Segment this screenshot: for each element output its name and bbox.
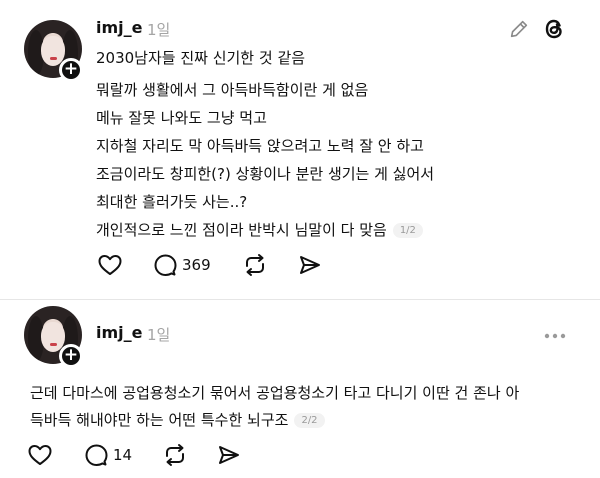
post-time: 1일 <box>147 326 171 344</box>
post-text-line: 최대한 흘러가듯 사는..? <box>96 193 248 211</box>
reply-button[interactable]: 369 <box>153 253 211 277</box>
post-text: 개인적으로 느낀 점이라 반박시 님말이 다 맞음 <box>96 221 387 239</box>
page-indicator: 1/2 <box>392 223 423 238</box>
reply-count: 14 <box>113 446 133 464</box>
repost-icon <box>246 254 264 276</box>
threads-logo-icon[interactable] <box>542 17 566 45</box>
repost-button[interactable] <box>242 253 268 277</box>
more-icon[interactable] <box>543 326 567 345</box>
post-text-line: 지하철 자리도 막 아득바득 앉으려고 노력 잘 안 하고 <box>96 137 424 155</box>
reply-count: 369 <box>182 256 211 274</box>
heart-icon <box>98 255 122 275</box>
heart-icon <box>28 445 52 465</box>
comment-icon <box>85 444 108 466</box>
post-text-line-last: 득바득 해내야만 하는 어떤 특수한 뇌구조 2/2 <box>30 409 325 430</box>
like-button[interactable] <box>27 443 53 467</box>
repost-icon <box>166 444 184 466</box>
post-time: 1일 <box>147 21 171 39</box>
username[interactable]: imj_e <box>96 18 143 37</box>
send-icon <box>300 256 320 274</box>
username[interactable]: imj_e <box>96 323 143 342</box>
follow-plus-icon[interactable]: + <box>59 344 83 368</box>
repost-button[interactable] <box>162 443 188 467</box>
post-text-line: 메뉴 잘못 나와도 그냥 먹고 <box>96 109 267 127</box>
post-text-line: 근데 다마스에 공업용청소기 묶어서 공업용청소기 타고 다니기 이딴 건 존나… <box>30 384 520 402</box>
share-button[interactable] <box>298 253 322 277</box>
page-indicator: 2/2 <box>294 413 325 428</box>
divider <box>0 299 600 300</box>
post-text-line: 2030남자들 진짜 신기한 것 같음 <box>96 49 306 67</box>
post-text-line: 조금이라도 창피한(?) 상황이나 분란 생기는 게 싫어서 <box>96 165 435 183</box>
share-button[interactable] <box>217 443 241 467</box>
reply-button[interactable]: 14 <box>84 443 132 467</box>
like-button[interactable] <box>97 253 123 277</box>
post-text: 득바득 해내야만 하는 어떤 특수한 뇌구조 <box>30 411 289 429</box>
follow-plus-icon[interactable]: + <box>59 58 83 82</box>
post-text-line-last: 개인적으로 느낀 점이라 반박시 님말이 다 맞음 1/2 <box>96 219 423 240</box>
send-icon <box>219 446 239 464</box>
comment-icon <box>154 254 177 276</box>
pencil-icon[interactable] <box>508 18 530 44</box>
post-text-line: 뭐랄까 생활에서 그 아득바득함이란 게 없음 <box>96 81 369 99</box>
